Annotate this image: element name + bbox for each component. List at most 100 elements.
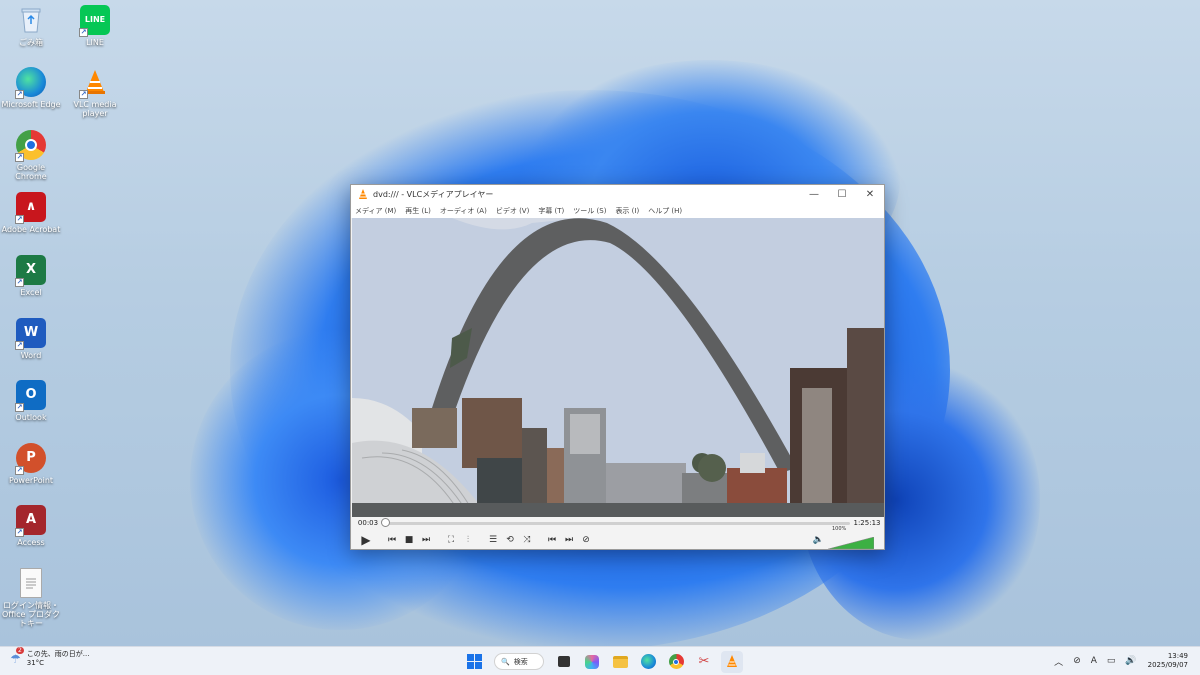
- loop-button[interactable]: ⟲: [502, 533, 518, 548]
- fullscreen-button[interactable]: ⛶: [443, 533, 459, 548]
- speaker-icon[interactable]: 🔈: [813, 535, 824, 545]
- desktop-icon-word[interactable]: W ↗ Word: [0, 318, 62, 360]
- menu-help[interactable]: ヘルプ (H): [648, 206, 682, 216]
- video-scene-image: [352, 218, 884, 517]
- snipping-tool-button[interactable]: ✂: [693, 651, 715, 673]
- task-view-button[interactable]: [553, 651, 575, 673]
- vlc-taskbar-button[interactable]: [721, 650, 743, 673]
- display-icon[interactable]: ▭: [1107, 656, 1116, 666]
- chrome-center-icon: [25, 139, 37, 151]
- volume-slider[interactable]: 100%: [827, 526, 875, 550]
- excel-icon: X ↗: [15, 255, 46, 287]
- chevron-up-icon[interactable]: ︿: [1054, 655, 1063, 668]
- weather-text: この先、雨の日が...: [26, 650, 90, 658]
- word-icon: W ↗: [15, 318, 46, 350]
- network-icon[interactable]: ⊘: [1073, 656, 1081, 666]
- desktop-icon-vlc[interactable]: ↗ VLC media player: [64, 67, 126, 118]
- acrobat-icon: ∧ ↗: [15, 192, 46, 224]
- next-frame-button[interactable]: ⏭: [561, 533, 577, 548]
- menu-media[interactable]: メディア (M): [355, 206, 396, 216]
- seek-row: 00:03 1:25:13: [351, 517, 884, 529]
- close-button[interactable]: ✕: [856, 185, 884, 203]
- folder-icon: [612, 655, 628, 668]
- volume-percent: 100%: [832, 526, 847, 532]
- shortcut-arrow-icon: ↗: [79, 90, 88, 99]
- play-button[interactable]: ▶: [356, 533, 376, 548]
- vlc-titlebar[interactable]: dvd:/// - VLCメディアプレイヤー — ☐ ✕: [351, 185, 884, 203]
- desktop-icon-powerpoint[interactable]: P ↗ PowerPoint: [0, 443, 62, 485]
- maximize-button[interactable]: ☐: [828, 185, 856, 203]
- desktop-icon-label: Word: [20, 351, 42, 360]
- desktop-icon-access[interactable]: A ↗ Access: [0, 505, 62, 547]
- menu-subtitle[interactable]: 字幕 (T): [538, 206, 564, 216]
- access-icon: A ↗: [15, 505, 46, 537]
- vlc-icon: [727, 655, 737, 667]
- clock-date: 2025/09/07: [1147, 661, 1188, 669]
- desktop-icon-recycle-bin[interactable]: ごみ箱: [0, 5, 62, 47]
- windows-logo-icon: [466, 654, 482, 669]
- previous-chapter-button[interactable]: ⏮: [384, 533, 400, 548]
- shuffle-button[interactable]: ⤨: [519, 533, 535, 548]
- menu-audio[interactable]: オーディオ (A): [440, 206, 487, 216]
- volume-icon[interactable]: 🔊: [1125, 656, 1136, 666]
- video-frame[interactable]: [352, 218, 884, 517]
- copilot-icon: [585, 654, 599, 669]
- shortcut-arrow-icon: ↗: [15, 90, 24, 99]
- desktop-wallpaper: ごみ箱 ↗ Microsoft Edge ↗ Google Chrome ∧ ↗…: [0, 0, 1200, 646]
- weather-badge: 2: [16, 647, 24, 655]
- control-bar: ▶ ⏮ ■ ⏭ ⛶ ⫶ ☰ ⟲ ⤨ ⏮ ⏭ ⊘ 🔈 100%: [351, 526, 884, 550]
- outlook-icon: O ↗: [15, 380, 46, 412]
- dvd-menu-button[interactable]: ⊘: [578, 533, 594, 548]
- extended-settings-button[interactable]: ⫶: [460, 533, 476, 548]
- desktop-icon-label: Microsoft Edge: [1, 100, 61, 109]
- copilot-button[interactable]: [581, 651, 603, 673]
- desktop-icon-chrome[interactable]: ↗ Google Chrome: [0, 130, 62, 181]
- desktop-icon-line[interactable]: LINE ↗ LINE: [64, 5, 126, 47]
- taskbar-clock[interactable]: 13:49 2025/09/07: [1148, 652, 1188, 671]
- text-file-icon: [20, 568, 42, 598]
- shortcut-arrow-icon: ↗: [15, 215, 24, 224]
- desktop-icon-label: Adobe Acrobat: [1, 225, 61, 234]
- minimize-button[interactable]: —: [800, 185, 828, 203]
- menu-tools[interactable]: ツール (S): [573, 206, 606, 216]
- file-explorer-button[interactable]: [609, 651, 631, 673]
- vlc-cone-icon: [359, 189, 367, 199]
- taskbar-search-box[interactable]: 🔍 検索: [494, 653, 544, 670]
- desktop-icon-label: Excel: [20, 288, 42, 297]
- stop-button[interactable]: ■: [401, 533, 417, 548]
- vlc-window[interactable]: dvd:/// - VLCメディアプレイヤー — ☐ ✕ メディア (M) 再生…: [350, 184, 885, 550]
- seek-slider-handle[interactable]: [381, 517, 391, 527]
- playlist-button[interactable]: ☰: [485, 533, 501, 548]
- desktop-icon-grid: ごみ箱 ↗ Microsoft Edge ↗ Google Chrome ∧ ↗…: [0, 0, 130, 640]
- shortcut-arrow-icon: ↗: [15, 278, 24, 287]
- shortcut-arrow-icon: ↗: [15, 403, 24, 412]
- vlc-icon: ↗: [79, 67, 110, 99]
- volume-control: 🔈 100%: [813, 526, 875, 550]
- previous-frame-button[interactable]: ⏮: [544, 533, 560, 548]
- shortcut-arrow-icon: ↗: [15, 466, 24, 475]
- seek-slider[interactable]: [381, 517, 850, 527]
- chrome-icon: [668, 654, 684, 669]
- menu-video[interactable]: ビデオ (V): [496, 206, 529, 216]
- shortcut-arrow-icon: ↗: [15, 153, 24, 162]
- desktop-icon-label: Outlook: [15, 413, 47, 422]
- chrome-icon: ↗: [15, 130, 46, 162]
- next-chapter-button[interactable]: ⏭: [418, 533, 434, 548]
- weather-icon: ☂ 2: [10, 647, 24, 667]
- chrome-taskbar-button[interactable]: [665, 651, 687, 673]
- weather-widget[interactable]: ☂ 2 この先、雨の日が... 31°C: [10, 647, 90, 668]
- desktop-icon-excel[interactable]: X ↗ Excel: [0, 255, 62, 297]
- edge-taskbar-button[interactable]: [637, 651, 659, 673]
- desktop-icon-office-key-file[interactable]: ログイン情報・Office プロダクトキー: [0, 568, 62, 629]
- desktop-icon-acrobat[interactable]: ∧ ↗ Adobe Acrobat: [0, 192, 62, 234]
- desktop-icon-outlook[interactable]: O ↗ Outlook: [0, 380, 62, 422]
- menu-view[interactable]: 表示 (I): [615, 206, 639, 216]
- desktop-icon-label: VLC media player: [73, 100, 117, 119]
- vlc-menubar: メディア (M) 再生 (L) オーディオ (A) ビデオ (V) 字幕 (T)…: [351, 203, 884, 218]
- taskbar: ☂ 2 この先、雨の日が... 31°C 🔍 検索 ✂ ︿ ⊘ A ▭ 🔊 13…: [0, 646, 1200, 675]
- desktop-icon-label: LINE: [86, 38, 104, 47]
- start-button[interactable]: [463, 651, 485, 673]
- desktop-icon-edge[interactable]: ↗ Microsoft Edge: [0, 67, 62, 109]
- menu-playback[interactable]: 再生 (L): [405, 206, 431, 216]
- ime-indicator[interactable]: A: [1091, 656, 1097, 666]
